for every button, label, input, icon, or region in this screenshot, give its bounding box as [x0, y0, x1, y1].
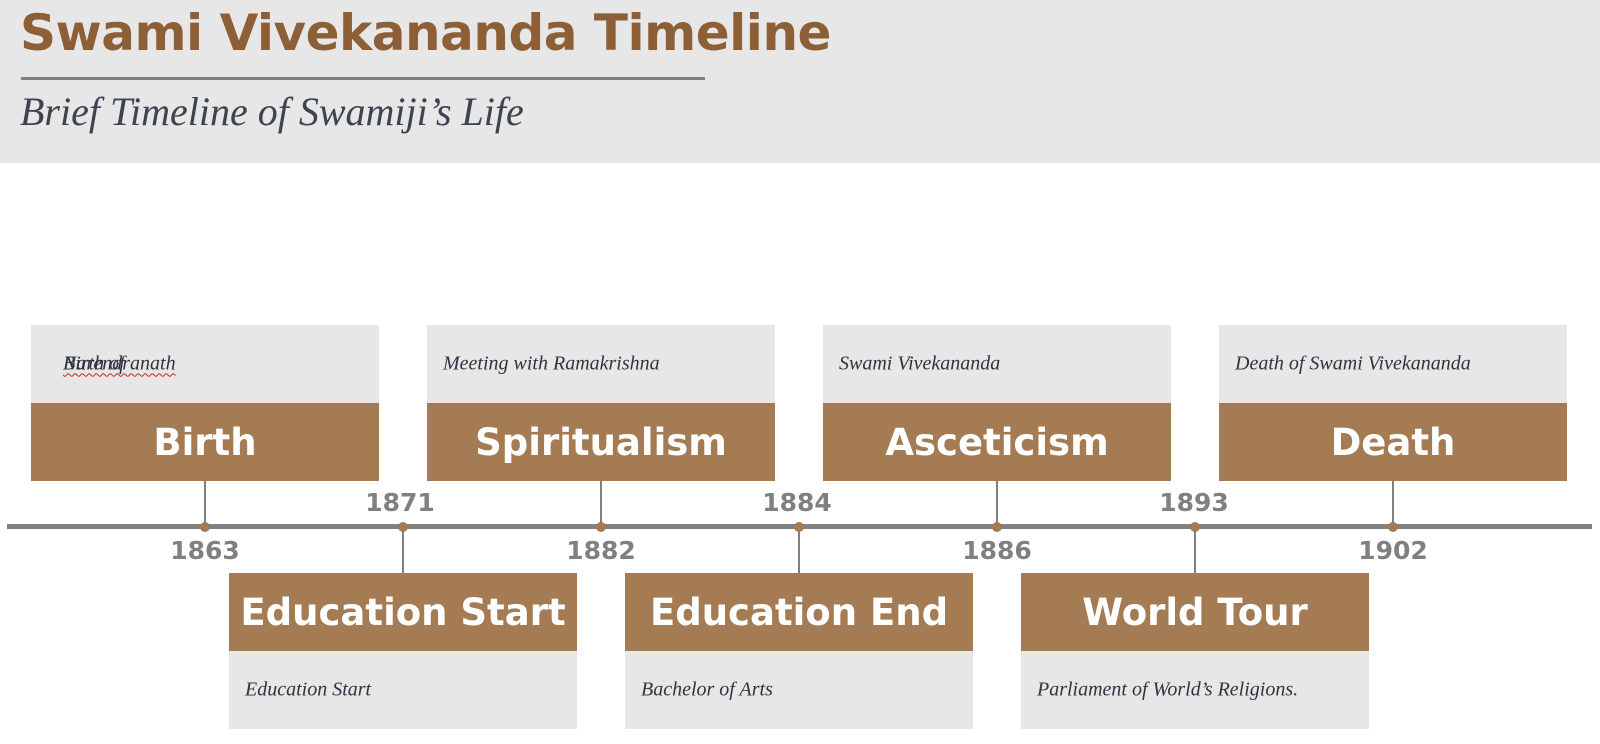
event-marker [398, 522, 408, 532]
event-card-education-end: Education End Bachelor of Arts [625, 573, 973, 729]
event-label: World Tour [1021, 573, 1369, 651]
event-card-education-start: Education Start Education Start [229, 573, 577, 729]
event-connector [204, 481, 206, 527]
event-connector [1392, 481, 1394, 527]
event-marker [794, 522, 804, 532]
event-description: Education Start [245, 678, 372, 701]
event-description-box: Meeting with Ramakrishna [427, 325, 775, 403]
event-year: 1886 [962, 536, 1032, 565]
event-marker [596, 522, 606, 532]
event-connector [402, 526, 404, 573]
event-year: 1863 [170, 536, 240, 565]
event-year: 1882 [566, 536, 636, 565]
event-connector [996, 481, 998, 527]
event-label: Asceticism [823, 403, 1171, 481]
event-marker [1190, 522, 1200, 532]
event-marker [992, 522, 1002, 532]
event-card-world-tour: World Tour Parliament of World’s Religio… [1021, 573, 1369, 729]
page-title: Swami Vivekananda Timeline [20, 4, 831, 62]
event-description-box: Swami Vivekananda [823, 325, 1171, 403]
event-card-asceticism: Swami Vivekananda Asceticism [823, 325, 1171, 481]
event-card-death: Death of Swami Vivekananda Death [1219, 325, 1567, 481]
event-year: 1902 [1358, 536, 1428, 565]
event-label: Education End [625, 573, 973, 651]
event-marker [200, 522, 210, 532]
event-card-birth: Birth of Narendranath Birth [31, 325, 379, 481]
event-label: Spiritualism [427, 403, 775, 481]
event-description-box: Parliament of World’s Religions. [1021, 651, 1369, 729]
event-card-spiritualism: Meeting with Ramakrishna Spiritualism [427, 325, 775, 481]
event-description-box: Education Start [229, 651, 577, 729]
event-year: 1884 [762, 488, 832, 517]
event-description: Meeting with Ramakrishna [443, 352, 660, 375]
event-description: Bachelor of Arts [641, 678, 773, 701]
header-banner: Swami Vivekananda Timeline Brief Timelin… [0, 0, 1600, 163]
event-description: Death of Swami Vivekananda [1235, 352, 1471, 375]
event-year: 1871 [365, 488, 435, 517]
event-description-box: Death of Swami Vivekananda [1219, 325, 1567, 403]
misspelled-word: Narendranath [63, 352, 176, 375]
event-connector [600, 481, 602, 527]
event-label: Death [1219, 403, 1567, 481]
title-divider [21, 77, 705, 80]
event-description-box: Bachelor of Arts [625, 651, 973, 729]
event-connector [1194, 526, 1196, 573]
event-description-box: Birth of Narendranath [31, 325, 379, 403]
event-description: Swami Vivekananda [839, 352, 1001, 375]
page-subtitle: Brief Timeline of Swamiji’s Life [20, 89, 524, 134]
event-year: 1893 [1159, 488, 1229, 517]
event-label: Birth [31, 403, 379, 481]
event-description: Parliament of World’s Religions. [1037, 678, 1299, 701]
event-marker [1388, 522, 1398, 532]
event-label: Education Start [229, 573, 577, 651]
event-connector [798, 526, 800, 573]
